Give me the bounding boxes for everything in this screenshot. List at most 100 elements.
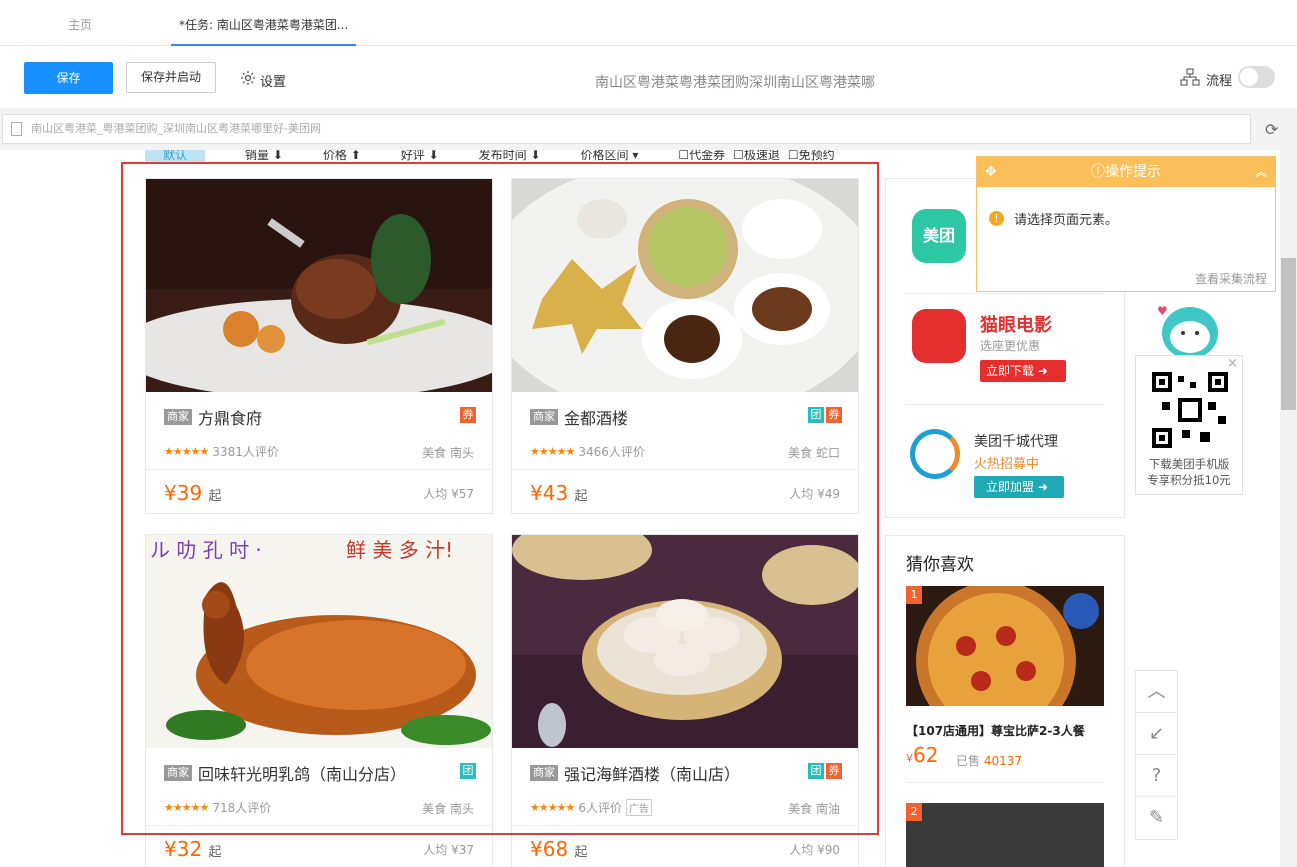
sort-price-range[interactable]: 价格区间 ▾ [581,150,639,164]
shop-tag: 商家 [164,409,192,425]
agent-subtitle: 火热招募中 [974,457,1040,472]
shop-tag: 商家 [164,765,192,781]
tab-task[interactable]: *任务: 南山区粤港菜粤港菜团... [171,0,357,46]
deal-area: 美食 南油 [788,802,840,816]
agent-logo-icon[interactable] [910,429,960,479]
filter-voucher[interactable]: ☐代金券 [678,150,725,164]
filter-fast-refund[interactable]: ☐极速退 [733,150,780,164]
sort-price[interactable]: 价格 ⬆ [323,150,361,164]
svg-text:鲜 美 多 汁!: 鲜 美 多 汁! [346,538,453,562]
deal-price: ¥39 起 [164,481,222,505]
page-icon [11,122,22,136]
flow-label: 流程 [1206,73,1233,89]
deal-card[interactable]: ル 叻 孔 吋 · 鲜 美 多 汁! 商家 回味轩光明乳鸽（南山分店） 团 ★★… [145,534,493,867]
recommendation-photo[interactable]: 1 [906,586,1104,706]
help-icon[interactable]: ? [1136,755,1177,797]
deal-card[interactable]: 商家 方鼎食府 券 ★★★★★ 3381人评价 美食 南头 ¥39 起 人均 ¥… [145,178,493,514]
close-icon[interactable]: × [1227,356,1238,371]
review-count[interactable]: 3381人评价 [212,443,279,460]
recommendation-item-title[interactable]: 【107店通用】尊宝比萨2-3人餐 [906,722,1085,739]
deal-title[interactable]: 商家 回味轩光明乳鸽（南山分店） [164,761,406,785]
recommendation-photo[interactable]: 2 [906,803,1104,867]
ad-tag: 广告 [625,799,652,816]
deal-badges: 券 [460,407,476,423]
sort-rating[interactable]: 好评 ⬇ [401,150,439,164]
deal-area: 美食 南头 [422,802,474,816]
deal-photo[interactable] [512,179,858,392]
flowchart-icon [1180,68,1200,90]
sort-default[interactable]: 默认 [145,150,206,164]
tab-home[interactable]: 主页 [68,0,92,46]
recommendation-panel: 猜你喜欢 1 【107店通用】尊宝比萨2-3人餐 ¥62 已售 40137 2 [885,535,1125,867]
divider [512,825,858,826]
flow-toggle[interactable] [1238,66,1275,88]
flow-toggle-label[interactable]: 流程 [1180,68,1232,90]
qr-code [1152,372,1228,448]
star-rating-icon: ★★★★★ [164,445,209,458]
voucher-badge: 券 [826,407,842,423]
svg-text:ル 叻 孔 吋 ·: ル 叻 孔 吋 · [150,538,262,562]
deal-price: ¥32 起 [164,837,222,861]
maoyan-download-button[interactable]: 立即下载 ➜ [980,360,1066,382]
deal-name[interactable]: 方鼎食府 [198,405,262,429]
deal-badges: 团 券 [808,407,842,423]
avg-price: 人均 ¥37 [423,843,474,857]
recommendation-title: 猜你喜欢 [906,555,974,575]
divider [146,825,492,826]
deal-photo[interactable]: ル 叻 孔 吋 · 鲜 美 多 汁! [146,535,492,748]
rating: ★★★★★ 3381人评价 [164,443,279,460]
collapse-icon[interactable]: ︽ [1255,157,1267,187]
qr-download-box: × 下载美团手机版 专享积分抵10元 [1135,355,1243,495]
group-buy-badge: 团 [808,763,824,779]
edit-icon[interactable]: ✎ [1136,797,1177,839]
deal-area: 美食 南头 [422,446,474,460]
scrollbar-thumb[interactable] [1281,258,1296,410]
sort-bar: 默认 销量 ⬇ 价格 ⬆ 好评 ⬇ 发布时间 ⬇ 价格区间 ▾ ☐代金券 ☐极速… [145,150,875,164]
sort-date[interactable]: 发布时间 ⬇ [479,150,541,164]
rank-badge: 2 [906,803,922,821]
deal-name[interactable]: 回味轩光明乳鸽（南山分店） [198,761,406,785]
toolbar: 保存 保存并启动 设置 南山区粤港菜粤港菜团购深圳南山区粤港菜哪 流程 [0,46,1297,108]
review-count[interactable]: 6人评价 [578,799,622,816]
deal-title[interactable]: 商家 金都酒楼 [530,405,628,429]
web-page: 默认 销量 ⬇ 价格 ⬆ 好评 ⬇ 发布时间 ⬇ 价格区间 ▾ ☐代金券 ☐极速… [0,150,1280,867]
rank-badge: 1 [906,586,922,604]
deal-card[interactable]: 商家 金都酒楼 团 券 ★★★★★ 3466人评价 美食 蛇口 ¥43 起 人均… [511,178,859,514]
view-flow-link[interactable]: 查看采集流程 [1195,270,1267,287]
review-count[interactable]: 3466人评价 [578,443,645,460]
recommendation-price: ¥62 [906,743,939,767]
deal-title[interactable]: 商家 方鼎食府 [164,405,262,429]
review-count[interactable]: 718人评价 [212,799,271,816]
tab-bar: 主页 *任务: 南山区粤港菜粤港菜团... [0,0,1297,46]
maoyan-logo-icon[interactable] [912,309,966,363]
divider [512,469,858,470]
back-to-top-icon[interactable]: ︿ [1136,671,1177,713]
deal-name[interactable]: 金都酒楼 [564,405,628,429]
filter-no-reservation[interactable]: ☐免预约 [788,150,835,164]
tip-header[interactable]: ✥ ⓘ操作提示 ︽ [977,157,1275,187]
deal-name[interactable]: 强记海鲜酒楼（南山店） [564,761,740,785]
move-icon[interactable]: ✥ [985,157,997,187]
deal-photo[interactable] [146,179,492,392]
deal-title[interactable]: 商家 强记海鲜酒楼（南山店） [530,761,740,785]
star-rating-icon: ★★★★★ [164,801,209,814]
vertical-scrollbar[interactable] [1280,150,1297,867]
group-buy-badge: 团 [460,763,476,779]
rating: ★★★★★ 3466人评价 [530,443,645,460]
agent-join-button[interactable]: 立即加盟 ➜ [974,476,1064,498]
deal-photo[interactable] [512,535,858,748]
shop-tag: 商家 [530,765,558,781]
maoyan-title: 猫眼电影 [980,315,1052,336]
refresh-icon[interactable]: ⟳ [1265,120,1278,139]
feedback-icon[interactable]: ↙ [1136,713,1177,755]
url-input[interactable]: 南山区粤港菜_粤港菜团购_深圳南山区粤港菜哪里好-美团网 [2,114,1251,144]
star-rating-icon: ★★★★★ [530,445,575,458]
meituan-logo-icon[interactable]: 美团 [912,209,966,263]
tip-message: ! 请选择页面元素。 [989,209,1118,228]
sort-sales[interactable]: 销量 ⬇ [245,150,283,164]
star-rating-icon: ★★★★★ [530,801,575,814]
deal-card[interactable]: 商家 强记海鲜酒楼（南山店） 团 券 ★★★★★ 6人评价 广告 美食 南油 ¥… [511,534,859,867]
avg-price: 人均 ¥49 [789,487,840,501]
rating: ★★★★★ 718人评价 [164,799,271,816]
divider [906,293,1104,294]
